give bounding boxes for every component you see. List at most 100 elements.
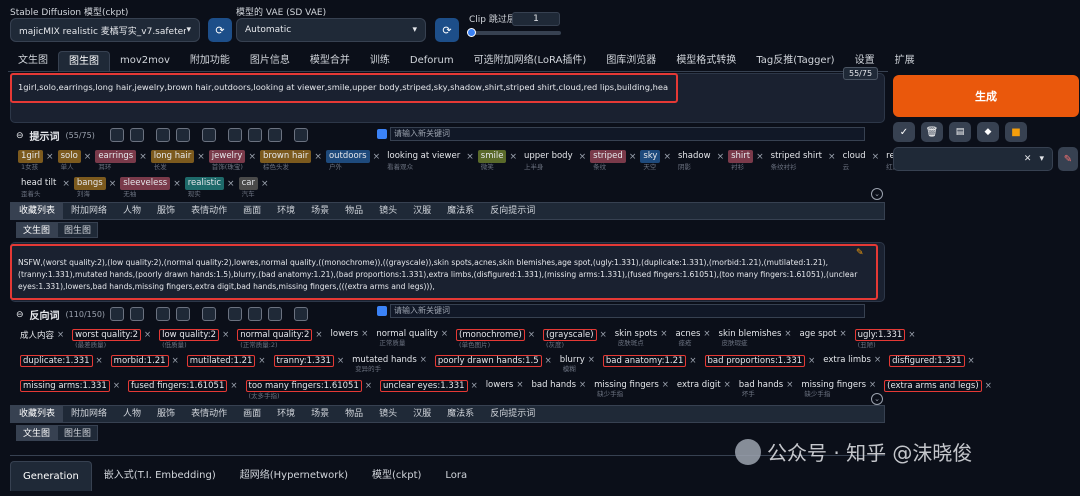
negative-tag[interactable]: missing fingers × 缺少手指 [801, 380, 876, 399]
category-tab[interactable]: 收藏列表 [11, 202, 64, 220]
prompt-tag[interactable]: upper body × 上半身 [521, 150, 586, 172]
negative-tag-label[interactable]: bad hands [531, 380, 576, 390]
prompt-tag[interactable]: brown hair × 棕色头发 [260, 150, 322, 172]
checkbox-icon[interactable] [377, 306, 387, 316]
close-icon[interactable]: × [874, 355, 881, 365]
negative-tag-label[interactable]: missing fingers [594, 380, 659, 390]
prompt-tag-label[interactable]: head tilt [18, 177, 59, 190]
close-icon[interactable]: × [600, 330, 607, 340]
tab-9[interactable]: 图库浏览器 [596, 51, 666, 71]
close-icon[interactable]: × [144, 330, 151, 340]
prompt-tag-label[interactable]: shadow [675, 150, 714, 163]
close-icon[interactable]: × [420, 355, 427, 365]
copy-icon[interactable] [228, 307, 242, 321]
negative-textarea[interactable]: NSFW,(worst quality:2),(low quality:2),(… [18, 257, 878, 293]
close-icon[interactable]: × [466, 152, 474, 162]
close-icon[interactable]: × [968, 356, 975, 366]
settings-icon[interactable] [110, 128, 124, 142]
close-icon[interactable]: × [337, 356, 344, 366]
vae-select[interactable]: Automatic ▾ [236, 18, 426, 42]
prompt-tag[interactable]: car × 汽车 [238, 177, 269, 199]
close-icon[interactable]: × [724, 380, 731, 390]
tab-3[interactable]: 附加功能 [180, 51, 240, 71]
close-icon[interactable]: × [84, 152, 92, 162]
expand-down-icon[interactable]: ⌄ [871, 188, 883, 200]
prompt-tag[interactable]: shadow × 阴影 [675, 150, 724, 172]
close-icon[interactable]: × [172, 356, 179, 366]
negative-tag-label[interactable]: bad anatomy:1.21 [602, 355, 687, 367]
prompt-tag[interactable]: smile × 微笑 [477, 150, 517, 172]
negative-tag-label[interactable]: unclear eyes:1.331 [380, 380, 468, 392]
negative-tag[interactable]: skin blemishes × 皮肤瑕疵 [719, 329, 792, 348]
close-icon[interactable]: × [528, 330, 535, 340]
collapse-icon[interactable]: ⊖ [16, 310, 24, 320]
negative-tag[interactable]: extra limbs × [823, 355, 881, 374]
prompt-tag[interactable]: cloud × 云 [840, 150, 880, 172]
tab-0[interactable]: 文生图 [8, 51, 58, 71]
negative-tag-label[interactable]: bad hands [739, 380, 784, 390]
negative-keyword-input[interactable]: 请输入新关键词 [390, 304, 865, 318]
category-tab[interactable]: 汉服 [405, 405, 439, 423]
negative-tag-label[interactable]: worst quality:2 [72, 329, 141, 341]
settings-icon[interactable] [110, 307, 124, 321]
close-icon[interactable]: × [197, 152, 205, 162]
close-icon[interactable]: × [222, 330, 229, 340]
negative-tag-label[interactable]: skin spots [615, 329, 658, 339]
checkbox-icon[interactable] [377, 129, 387, 139]
style-button[interactable]: ◆ [977, 122, 999, 142]
negative-tag-label[interactable]: duplicate:1.331 [20, 355, 93, 367]
cog-icon[interactable] [294, 307, 308, 321]
tab-11[interactable]: Tag反推(Tagger) [746, 51, 844, 71]
close-icon[interactable]: × [516, 380, 523, 390]
negative-tag-label[interactable]: low quality:2 [159, 329, 220, 341]
negative-tag[interactable]: blurry × 模糊 [560, 355, 595, 374]
prompt-tag-label[interactable]: brown hair [260, 150, 312, 163]
negative-tag[interactable]: mutated hands × 变异的手 [352, 355, 427, 374]
prompt-tag[interactable]: sky × 天空 [640, 150, 671, 172]
negative-tag-label[interactable]: extra limbs [823, 355, 871, 365]
category-tab[interactable]: 服饰 [149, 202, 183, 220]
close-icon[interactable]: × [784, 329, 791, 339]
close-icon[interactable]: × [756, 152, 764, 162]
prompt-tag-label[interactable]: bangs [73, 177, 106, 190]
close-icon[interactable]: × [828, 152, 836, 162]
category-tab[interactable]: 场景 [303, 405, 337, 423]
prompt-tag[interactable]: sleeveless × 无袖 [120, 177, 181, 199]
bottom-tab[interactable]: 超网络(Hypernetwork) [228, 461, 360, 491]
close-icon[interactable]: × [315, 330, 322, 340]
negative-tag-label[interactable]: acnes [675, 329, 700, 339]
close-icon[interactable]: × [509, 152, 517, 162]
negative-tag[interactable]: bad hands × 坏手 [739, 380, 794, 399]
translate-icon[interactable] [156, 307, 170, 321]
tab-2[interactable]: mov2mov [110, 51, 180, 71]
negative-tag[interactable]: unclear eyes:1.331 × [380, 380, 478, 401]
prompt-tag[interactable]: striped shirt × 条纹衬衫 [768, 150, 836, 172]
image-icon[interactable] [202, 128, 216, 142]
category-tab[interactable]: 附加网络 [63, 405, 115, 423]
close-icon[interactable]: × [365, 381, 372, 391]
close-icon[interactable]: × [62, 179, 70, 189]
prompt-tag-label[interactable]: realistic [184, 177, 225, 190]
tab-4[interactable]: 图片信息 [240, 51, 300, 71]
negative-tag[interactable]: bad proportions:1.331 × [704, 355, 815, 376]
tab-13[interactable]: 扩展 [885, 51, 925, 71]
tab-8[interactable]: 可选附加网络(LoRA插件) [464, 51, 597, 71]
tab-7[interactable]: Deforum [400, 51, 464, 71]
prompt-keyword-input[interactable]: 请输入新关键词 [390, 127, 865, 141]
negative-tag[interactable]: normal quality × 正常质量 [376, 329, 448, 348]
edit-styles-button[interactable]: ✎ [1058, 147, 1078, 171]
close-icon[interactable]: × [471, 381, 478, 391]
close-icon[interactable]: × [689, 356, 696, 366]
close-icon[interactable]: × [985, 381, 992, 391]
negative-tag-label[interactable]: fused fingers:1.61051 [127, 380, 228, 392]
clear-icon[interactable]: ✕ [1024, 154, 1032, 164]
negative-tag[interactable]: age spot × [800, 329, 847, 348]
bookmark-icon[interactable] [176, 128, 190, 142]
prompt-tag-label[interactable]: outdoors [325, 150, 370, 163]
cog-icon[interactable] [294, 128, 308, 142]
bottom-tab[interactable]: Lora [433, 461, 479, 491]
gear-icon[interactable] [130, 128, 144, 142]
close-icon[interactable]: × [46, 152, 54, 162]
negative-tag[interactable]: bad hands × [531, 380, 586, 399]
prompt-tag-label[interactable]: jewelry [208, 150, 246, 163]
